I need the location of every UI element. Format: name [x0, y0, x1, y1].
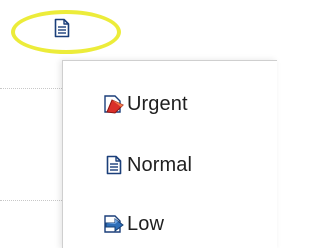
menu-item-label: Urgent	[127, 92, 188, 115]
document-icon	[103, 154, 125, 176]
priority-trigger-button[interactable]	[52, 16, 72, 40]
priority-dropdown-screen: Urgent Normal Low	[0, 0, 277, 248]
menu-item-label: Normal	[127, 153, 193, 176]
document-icon	[54, 18, 70, 38]
low-priority-icon	[103, 213, 125, 235]
menu-item-label: Low	[127, 212, 164, 235]
row-divider	[0, 88, 62, 89]
urgent-priority-icon	[103, 93, 125, 115]
menu-item-low[interactable]: Low	[103, 207, 164, 241]
priority-menu: Urgent Normal Low	[62, 60, 277, 248]
menu-item-urgent[interactable]: Urgent	[103, 87, 188, 121]
menu-item-normal[interactable]: Normal	[103, 148, 192, 182]
row-divider	[0, 200, 62, 201]
